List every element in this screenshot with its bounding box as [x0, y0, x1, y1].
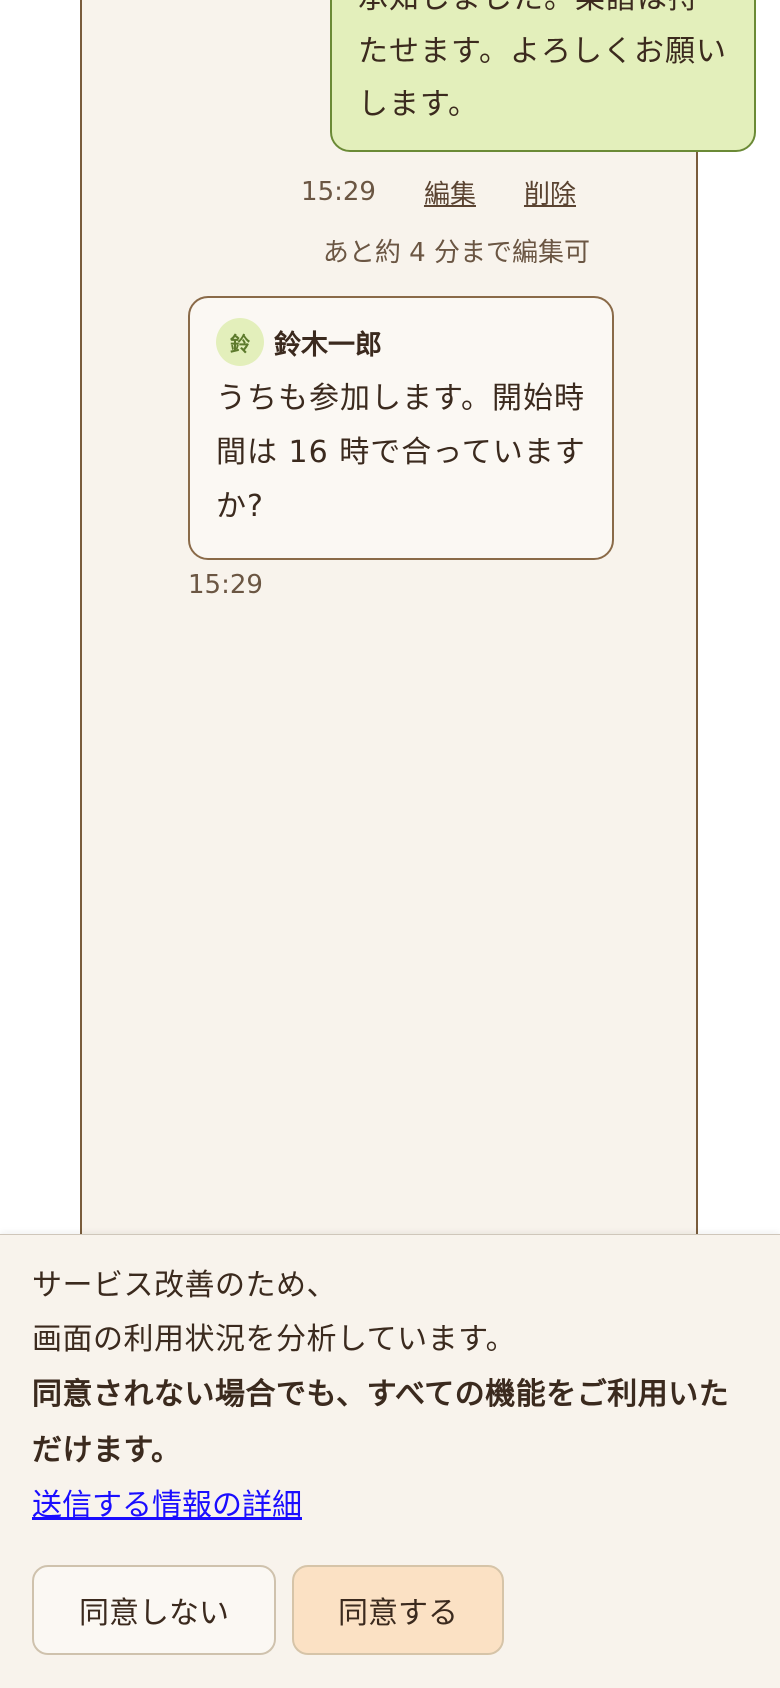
own-message-time: 15:29 — [301, 177, 376, 207]
consent-line-1: サービス改善のため、 — [32, 1268, 337, 1303]
delete-message-link[interactable]: 削除 — [524, 174, 576, 211]
own-message-bubble: 承知しました。楽譜は持たせます。よろしくお願いします。 — [330, 0, 756, 152]
consent-details-link[interactable]: 送信する情報の詳細 — [32, 1479, 302, 1533]
own-message-text: 承知しました。楽譜は持たせます。よろしくお願いします。 — [358, 0, 727, 122]
avatar: 鈴 — [216, 318, 264, 366]
accept-button[interactable]: 同意する — [292, 1565, 504, 1655]
analytics-consent-banner: サービス改善のため、 画面の利用状況を分析しています。 同意されない場合でも、す… — [0, 1234, 780, 1688]
consent-notice-strong: 同意されない場合でも、すべての機能をご利用いただけます。 — [32, 1377, 730, 1468]
consent-line-2: 画面の利用状況を分析しています。 — [32, 1322, 517, 1357]
chat-panel: 承知しました。楽譜は持たせます。よろしくお願いします。 15:29 編集 削除 … — [80, 0, 756, 1236]
other-message-text: うちも参加します。開始時間は 16 時で合っていますか? — [216, 381, 586, 524]
other-message-time: 15:29 — [188, 570, 263, 600]
sender-name: 鈴木一郎 — [274, 329, 382, 361]
edit-time-remaining: あと約 4 分まで編集可 — [322, 238, 590, 268]
own-message-meta: 15:29 編集 削除 — [301, 172, 576, 212]
edit-message-link[interactable]: 編集 — [424, 174, 476, 211]
decline-button[interactable]: 同意しない — [32, 1565, 276, 1655]
consent-buttons: 同意しない 同意する — [32, 1565, 504, 1655]
sender-row: 鈴 鈴木一郎 — [216, 318, 586, 366]
other-message-bubble: 鈴 鈴木一郎 うちも参加します。開始時間は 16 時で合っていますか? — [188, 296, 614, 560]
